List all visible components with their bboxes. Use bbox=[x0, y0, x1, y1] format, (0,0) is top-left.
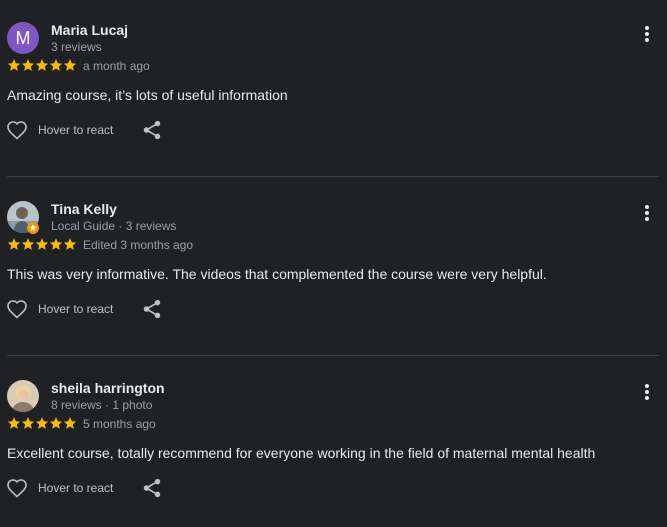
react-button[interactable]: Hover to react bbox=[5, 297, 113, 321]
more-vert-icon bbox=[645, 384, 649, 400]
review-text: Excellent course, totally recommend for … bbox=[7, 445, 596, 461]
star-icon bbox=[63, 417, 77, 429]
heart-icon bbox=[7, 479, 27, 498]
review-text: This was very informative. The videos th… bbox=[7, 266, 547, 282]
star-icon bbox=[63, 238, 77, 250]
star-icon bbox=[7, 417, 21, 429]
star-icon bbox=[21, 417, 35, 429]
share-button[interactable] bbox=[141, 297, 163, 321]
star-icon bbox=[49, 59, 63, 71]
more-vert-icon bbox=[645, 205, 649, 221]
more-options-button[interactable] bbox=[635, 201, 659, 225]
share-icon bbox=[143, 478, 161, 498]
review-date: a month ago bbox=[83, 59, 150, 73]
react-label: Hover to react bbox=[38, 302, 114, 316]
star-rating bbox=[7, 237, 77, 251]
star-rating bbox=[7, 58, 77, 72]
divider bbox=[7, 355, 659, 356]
more-vert-icon bbox=[645, 26, 649, 42]
local-guide-badge-icon bbox=[27, 222, 39, 234]
react-button[interactable]: Hover to react bbox=[5, 118, 113, 142]
avatar[interactable] bbox=[7, 380, 39, 412]
review-date: 5 months ago bbox=[83, 417, 156, 431]
react-label: Hover to react bbox=[38, 123, 114, 137]
heart-icon bbox=[7, 300, 27, 319]
star-icon bbox=[7, 238, 21, 250]
star-icon bbox=[49, 417, 63, 429]
star-icon bbox=[35, 238, 49, 250]
react-label: Hover to react bbox=[38, 481, 114, 495]
star-icon bbox=[49, 238, 63, 250]
star-icon bbox=[7, 59, 21, 71]
star-icon bbox=[63, 59, 77, 71]
star-rating bbox=[7, 416, 77, 430]
reviewer-name[interactable]: sheila harrington bbox=[51, 380, 165, 396]
review-date: Edited 3 months ago bbox=[83, 238, 194, 252]
share-button[interactable] bbox=[141, 118, 163, 142]
divider bbox=[7, 176, 659, 177]
reviewer-meta: Local Guide · 3 reviews bbox=[51, 219, 177, 233]
reviewer-meta: 8 reviews · 1 photo bbox=[51, 398, 153, 412]
reviewer-name[interactable]: Tina Kelly bbox=[51, 201, 117, 217]
share-icon bbox=[143, 120, 161, 140]
reviewer-name[interactable]: Maria Lucaj bbox=[51, 22, 128, 38]
react-button[interactable]: Hover to react bbox=[5, 476, 113, 500]
more-options-button[interactable] bbox=[635, 22, 659, 46]
share-button[interactable] bbox=[141, 476, 163, 500]
share-icon bbox=[143, 299, 161, 319]
star-icon bbox=[35, 417, 49, 429]
star-icon bbox=[35, 59, 49, 71]
avatar[interactable]: M bbox=[7, 22, 39, 54]
star-icon bbox=[21, 238, 35, 250]
review-text: Amazing course, it’s lots of useful info… bbox=[7, 87, 288, 103]
star-icon bbox=[21, 59, 35, 71]
more-options-button[interactable] bbox=[635, 380, 659, 404]
reviewer-meta: 3 reviews bbox=[51, 40, 102, 54]
heart-icon bbox=[7, 121, 27, 140]
